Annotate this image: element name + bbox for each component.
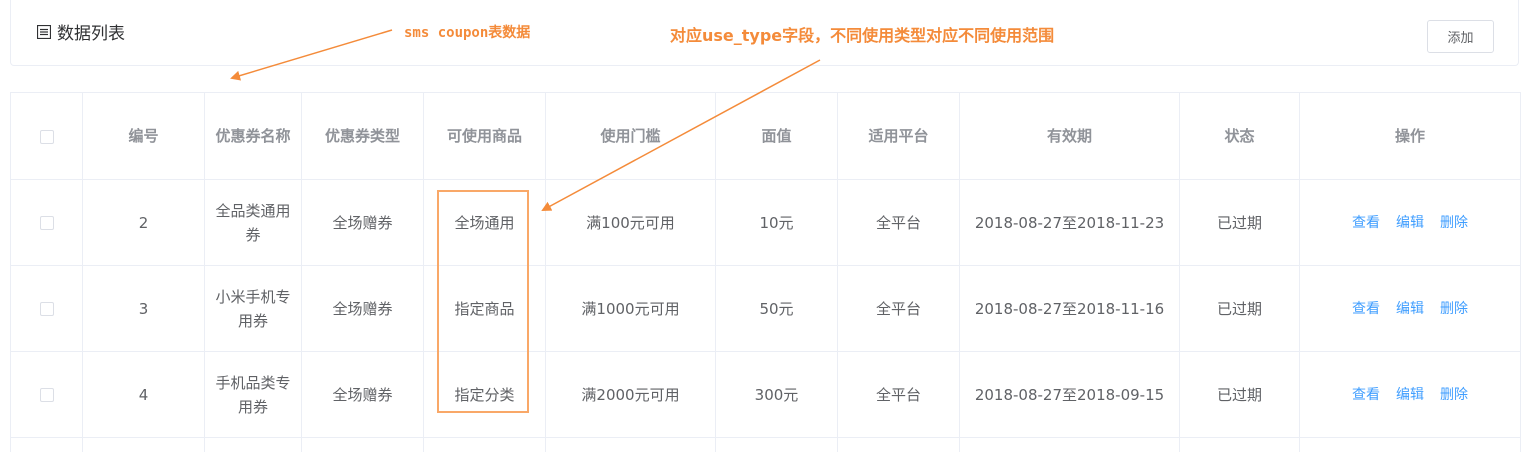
- cell-platform: 全平台: [837, 179, 960, 266]
- cell-platform: 全平台: [837, 265, 960, 352]
- table-row-partial: [10, 437, 1521, 452]
- view-link[interactable]: 查看: [1352, 215, 1380, 231]
- field-note-annotation: 对应use_type字段，不同使用类型对应不同使用范围: [670, 26, 1055, 45]
- row-select-cell[interactable]: [10, 265, 83, 352]
- add-button[interactable]: 添加: [1427, 20, 1494, 53]
- table-row: 4 手机品类专用券 全场赠券 指定分类 满2000元可用 300元 全平台 20…: [10, 351, 1521, 438]
- cell-goods: 全场通用: [423, 179, 546, 266]
- cell-actions: 查看 编辑 删除: [1299, 351, 1521, 438]
- header-amount: 面值: [715, 92, 838, 180]
- select-all-cell[interactable]: [10, 92, 83, 180]
- delete-link[interactable]: 删除: [1440, 215, 1468, 231]
- cell-period: 2018-08-27至2018-09-15: [959, 351, 1180, 438]
- edit-link[interactable]: 编辑: [1396, 387, 1424, 403]
- select-all-checkbox[interactable]: [39, 129, 54, 144]
- coupon-table: 编号 优惠券名称 优惠券类型 可使用商品 使用门槛 面值 适用平台 有效期 状态…: [10, 92, 1521, 452]
- header-id: 编号: [82, 92, 205, 180]
- cell-status: 已过期: [1179, 265, 1300, 352]
- cell-status: 已过期: [1179, 179, 1300, 266]
- table-header-row: 编号 优惠券名称 优惠券类型 可使用商品 使用门槛 面值 适用平台 有效期 状态…: [10, 92, 1521, 180]
- cell-status: 已过期: [1179, 351, 1300, 438]
- header-status: 状态: [1179, 92, 1300, 180]
- table-note-annotation: sms coupon表数据: [404, 25, 531, 41]
- cell-type: 全场赠券: [301, 265, 424, 352]
- cell-type: 全场赠券: [301, 179, 424, 266]
- row-select-cell[interactable]: [10, 351, 83, 438]
- header-name: 优惠券名称: [204, 92, 302, 180]
- cell-actions: 查看 编辑 删除: [1299, 179, 1521, 266]
- cell-period: 2018-08-27至2018-11-16: [959, 265, 1180, 352]
- edit-link[interactable]: 编辑: [1396, 301, 1424, 317]
- cell-amount: 300元: [715, 351, 838, 438]
- cell-threshold: 满2000元可用: [545, 351, 716, 438]
- edit-link[interactable]: 编辑: [1396, 215, 1424, 231]
- cell-name: 手机品类专用券: [204, 351, 302, 438]
- cell-period: 2018-08-27至2018-11-23: [959, 179, 1180, 266]
- cell-id: 3: [82, 265, 205, 352]
- page-title-text: 数据列表: [57, 24, 125, 44]
- cell-goods: 指定分类: [423, 351, 546, 438]
- cell-id: 4: [82, 351, 205, 438]
- row-select-cell[interactable]: [10, 179, 83, 266]
- row-checkbox[interactable]: [39, 388, 54, 402]
- cell-goods: 指定商品: [423, 265, 546, 352]
- header-type: 优惠券类型: [301, 92, 424, 180]
- header-actions: 操作: [1299, 92, 1521, 180]
- cell-amount: 10元: [715, 179, 838, 266]
- table-row: 3 小米手机专用券 全场赠券 指定商品 满1000元可用 50元 全平台 201…: [10, 265, 1521, 352]
- view-link[interactable]: 查看: [1352, 387, 1380, 403]
- header-goods: 可使用商品: [423, 92, 546, 180]
- delete-link[interactable]: 删除: [1440, 387, 1468, 403]
- cell-type: 全场赠券: [301, 351, 424, 438]
- row-checkbox[interactable]: [39, 302, 54, 316]
- row-checkbox[interactable]: [39, 216, 54, 230]
- page-title: 数据列表: [37, 19, 125, 44]
- header-platform: 适用平台: [837, 92, 960, 180]
- table-row: 2 全品类通用券 全场赠券 全场通用 满100元可用 10元 全平台 2018-…: [10, 179, 1521, 266]
- cell-id: 2: [82, 179, 205, 266]
- cell-threshold: 满100元可用: [545, 179, 716, 266]
- header-period: 有效期: [959, 92, 1180, 180]
- cell-threshold: 满1000元可用: [545, 265, 716, 352]
- list-icon: [37, 24, 51, 39]
- cell-name: 全品类通用券: [204, 179, 302, 266]
- cell-amount: 50元: [715, 265, 838, 352]
- view-link[interactable]: 查看: [1352, 301, 1380, 317]
- header-threshold: 使用门槛: [545, 92, 716, 180]
- cell-name: 小米手机专用券: [204, 265, 302, 352]
- delete-link[interactable]: 删除: [1440, 301, 1468, 317]
- cell-platform: 全平台: [837, 351, 960, 438]
- cell-actions: 查看 编辑 删除: [1299, 265, 1521, 352]
